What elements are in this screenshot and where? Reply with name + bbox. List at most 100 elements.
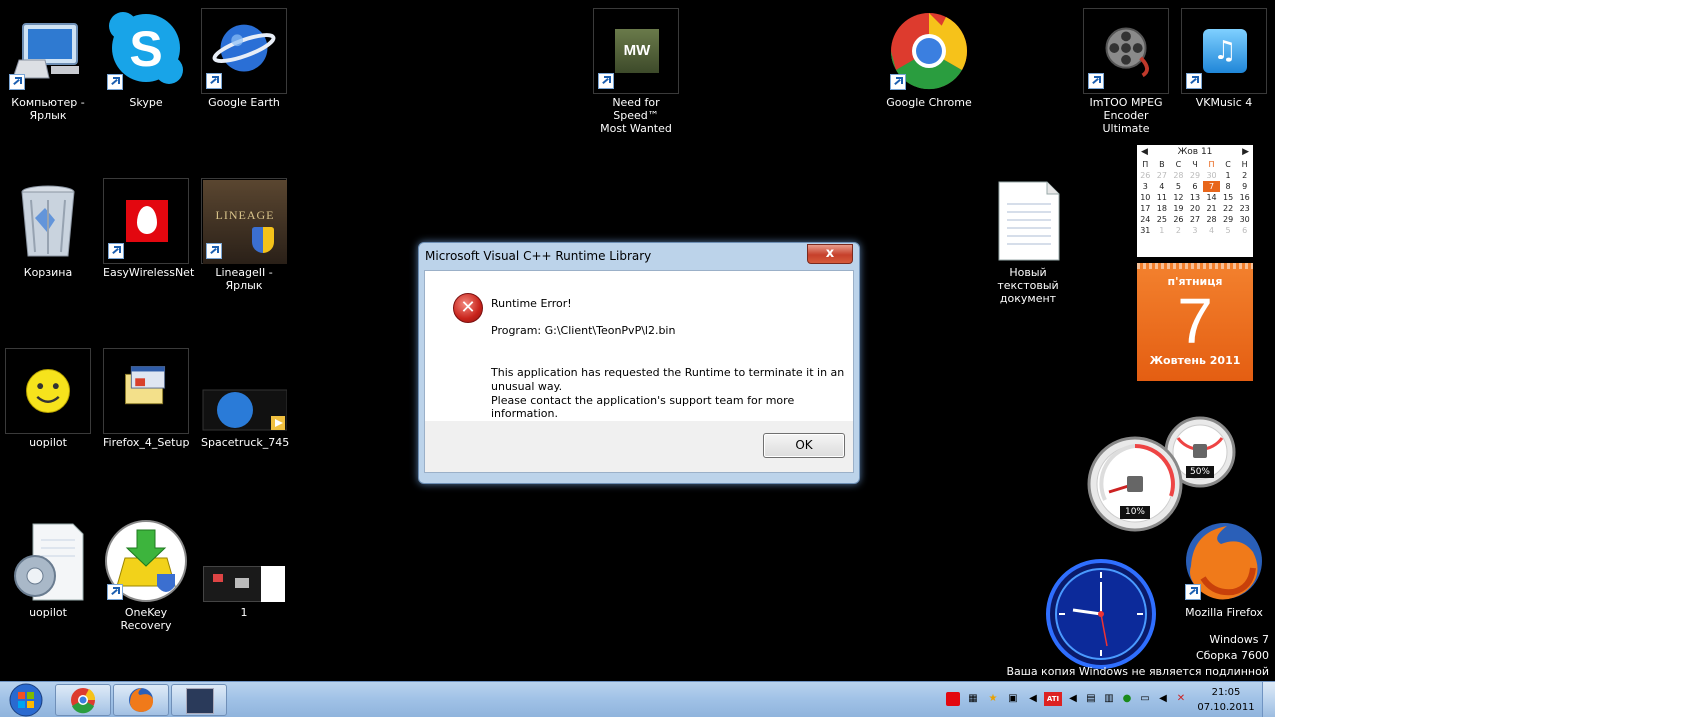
computer-icon <box>5 8 91 94</box>
calendar-big-day: 7 <box>1177 285 1213 357</box>
device-tray-icon[interactable]: ▤ <box>1084 692 1098 706</box>
taskbar-firefox-button[interactable] <box>113 684 169 716</box>
calendar-day-cell[interactable]: 21 <box>1203 203 1220 214</box>
calendar-day-cell[interactable]: 29 <box>1220 214 1237 225</box>
app-tray-icon[interactable]: ▣ <box>1006 692 1020 706</box>
calendar-day-cell[interactable]: 31 <box>1137 225 1154 236</box>
calendar-day-cell[interactable]: 24 <box>1137 214 1154 225</box>
desktop-icon-uopilot[interactable]: uopilot <box>3 348 93 449</box>
ati-tray-icon[interactable]: ATI <box>1044 692 1062 706</box>
calendar-day-cell[interactable]: 9 <box>1236 181 1253 192</box>
start-button[interactable] <box>6 682 46 717</box>
speaker-tray-icon[interactable]: ◀ <box>1026 692 1040 706</box>
desktop-icon-skype[interactable]: S Skype <box>101 8 191 109</box>
calendar-day-cell[interactable]: 22 <box>1220 203 1237 214</box>
desktop-icon-lineage2[interactable]: LINEAGE LineageII - Ярлык <box>199 178 289 292</box>
image-file-icon <box>201 518 287 604</box>
desktop-icon-1[interactable]: 1 <box>199 518 289 619</box>
calendar-day-cell[interactable]: 11 <box>1154 192 1171 203</box>
calendar-day-cell[interactable]: 30 <box>1203 170 1220 181</box>
calendar-day-cell[interactable]: 3 <box>1137 181 1154 192</box>
taskbar-clock[interactable]: 21:05 07.10.2011 <box>1196 685 1256 715</box>
cpu-meter-dials <box>1087 416 1236 532</box>
calendar-day-cell[interactable]: 27 <box>1187 214 1204 225</box>
taskbar-chrome-button[interactable] <box>55 684 111 716</box>
calendar-gadget[interactable]: ◀ Жов 11 ▶ П В С Ч П С Н 26 27 28 29 30 1 2 3 4 5… <box>1137 145 1253 385</box>
star-tray-icon[interactable]: ★ <box>986 692 1000 706</box>
desktop-icon-imtoo[interactable]: ImTOO MPEG Encoder Ultimate <box>1081 8 1171 135</box>
calendar-day-cell[interactable]: 8 <box>1220 181 1237 192</box>
calendar-day-cell[interactable]: 6 <box>1187 181 1204 192</box>
desktop-icon-nfs-most-wanted[interactable]: MW Need for Speed™ Most Wanted <box>591 8 681 135</box>
desktop-icon-spacetruck[interactable]: Spacetruck_745 <box>199 348 289 449</box>
desktop-icon-easywirelessnet[interactable]: EasyWirelessNet <box>101 178 194 279</box>
calendar-day-cell[interactable]: 18 <box>1154 203 1171 214</box>
antivirus-tray-icon[interactable]: ● <box>1120 692 1134 706</box>
calendar-day-cell[interactable]: 20 <box>1187 203 1204 214</box>
display-tray-icon[interactable]: ▥ <box>1102 692 1116 706</box>
cpu-meter-gadget[interactable]: 10% 50% <box>1083 414 1243 534</box>
desktop-icon-new-text-document[interactable]: Новый текстовый документ <box>983 178 1073 305</box>
network-tray-icon[interactable]: ▦ <box>966 692 980 706</box>
calendar-day-cell[interactable]: 26 <box>1170 214 1187 225</box>
calendar-day-cell[interactable]: 5 <box>1220 225 1237 236</box>
desktop-icon-firefox4-setup[interactable]: Firefox_4_Setup <box>101 348 191 449</box>
calendar-day-cell[interactable]: 15 <box>1220 192 1237 203</box>
volume-tray-icon[interactable]: ◀ <box>1156 692 1170 706</box>
calendar-day-cell[interactable]: 14 <box>1203 192 1220 203</box>
clock-gadget[interactable] <box>1045 558 1157 670</box>
calendar-day-cell[interactable]: 17 <box>1137 203 1154 214</box>
calendar-day-cell[interactable]: 28 <box>1203 214 1220 225</box>
calendar-day-cell[interactable]: 19 <box>1170 203 1187 214</box>
desktop-icon-google-chrome[interactable]: Google Chrome <box>884 8 974 109</box>
calendar-day-cell[interactable]: 26 <box>1137 170 1154 181</box>
weekday-header: С <box>1175 160 1182 169</box>
taskbar-lineage-button[interactable] <box>171 684 227 716</box>
lineage-game-icon: LINEAGE <box>201 178 287 264</box>
usb-tray-icon[interactable]: ▭ <box>1138 692 1152 706</box>
calendar-day-cell[interactable]: 5 <box>1170 181 1187 192</box>
desktop-icon-google-earth[interactable]: Google Earth <box>199 8 289 109</box>
calendar-day-cell[interactable]: 4 <box>1203 225 1220 236</box>
calendar-day-cell[interactable]: 1 <box>1220 170 1237 181</box>
calendar-week-row: 17 18 19 20 21 22 23 <box>1137 203 1253 214</box>
desktop-icon-recycle-bin[interactable]: Корзина <box>3 178 93 279</box>
calendar-day-cell[interactable]: 4 <box>1154 181 1171 192</box>
calendar-day-cell[interactable]: 2 <box>1170 225 1187 236</box>
calendar-day-cell[interactable]: 30 <box>1236 214 1253 225</box>
dialog-title: Microsoft Visual C++ Runtime Library <box>425 249 652 263</box>
calendar-day-cell[interactable]: 6 <box>1236 225 1253 236</box>
dialog-close-button[interactable]: x <box>807 244 853 264</box>
cpu-usage-label: 10% <box>1120 506 1150 519</box>
desktop-icon-onekey-recovery[interactable]: OneKey Recovery <box>101 518 191 632</box>
network-disconnected-tray-icon[interactable]: ✕ <box>1174 692 1188 706</box>
calendar-day-cell[interactable]: 7 <box>1203 181 1220 192</box>
calendar-day-cell[interactable]: 2 <box>1236 170 1253 181</box>
calendar-day-cell[interactable]: 27 <box>1154 170 1171 181</box>
nfs-thumbnail: MW <box>615 29 659 73</box>
calendar-week-row: 24 25 26 27 28 29 30 <box>1137 214 1253 225</box>
calendar-day-cell[interactable]: 13 <box>1187 192 1204 203</box>
icon-label: uopilot <box>29 606 67 619</box>
google-earth-icon <box>201 8 287 94</box>
ok-button[interactable]: OK <box>763 433 845 458</box>
sound-tray-icon[interactable]: ◀ <box>1066 692 1080 706</box>
calendar-day-cell[interactable]: 16 <box>1236 192 1253 203</box>
calendar-day-cell[interactable]: 12 <box>1170 192 1187 203</box>
icon-label: Need for Speed™ Most Wanted <box>600 96 672 135</box>
dialog-body: ✕ Runtime Error! Program: G:\Client\Teon… <box>424 270 854 422</box>
desktop-icon-vkmusic[interactable]: ♫ VKMusic 4 <box>1179 8 1269 109</box>
calendar-day-cell[interactable]: 25 <box>1154 214 1171 225</box>
calendar-day-cell[interactable]: 10 <box>1137 192 1154 203</box>
calendar-day-cell[interactable]: 29 <box>1187 170 1204 181</box>
desktop-icon-computer[interactable]: Компьютер - Ярлык <box>3 8 93 122</box>
calendar-day-cell[interactable]: 1 <box>1154 225 1171 236</box>
vodafone-tray-icon[interactable] <box>946 692 960 706</box>
calendar-day-cell[interactable]: 3 <box>1187 225 1204 236</box>
calendar-next-icon[interactable]: ▶ <box>1242 145 1249 159</box>
calendar-day-cell[interactable]: 28 <box>1170 170 1187 181</box>
calendar-prev-icon[interactable]: ◀ <box>1141 145 1148 159</box>
desktop-icon-uopilot-2[interactable]: uopilot <box>3 518 93 619</box>
calendar-day-cell[interactable]: 23 <box>1236 203 1253 214</box>
show-desktop-button[interactable] <box>1262 682 1275 717</box>
